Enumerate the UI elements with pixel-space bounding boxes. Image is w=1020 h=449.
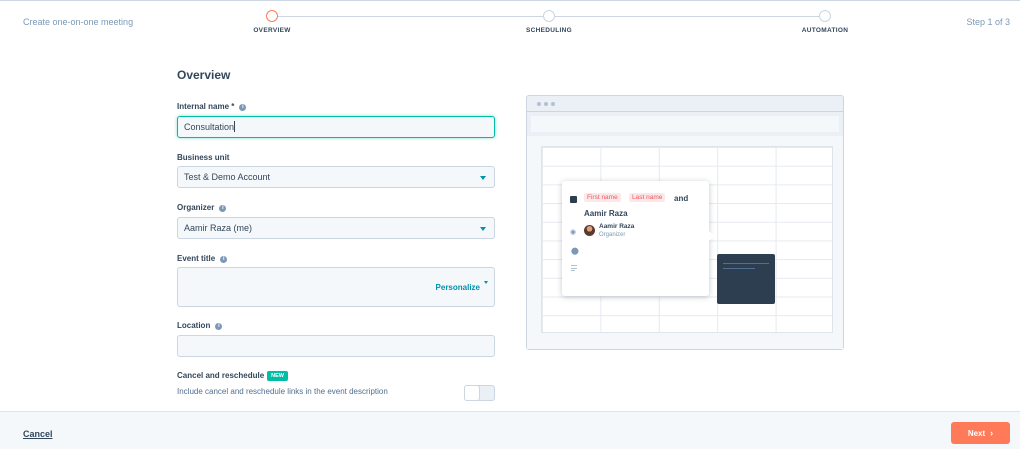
first-name-token: First name (584, 193, 621, 202)
business-unit-value: Test & Demo Account (184, 172, 271, 182)
cancel-reschedule-description: Include cancel and reschedule links in t… (177, 387, 388, 396)
step-label: AUTOMATION (801, 27, 849, 34)
cancel-link[interactable]: Cancel (23, 429, 53, 439)
next-label: Next (967, 429, 986, 438)
internal-name-label: Internal name * i (177, 102, 247, 111)
event-line (723, 263, 769, 264)
business-unit-select[interactable]: Test & Demo Account (177, 166, 495, 188)
window-dots (537, 102, 558, 106)
organizer-value: Aamir Raza (me) (184, 223, 253, 233)
info-icon[interactable]: i (215, 323, 223, 330)
line (571, 265, 577, 266)
page-title: Create one-on-one meeting (23, 17, 134, 27)
location-label: Location i (177, 321, 223, 330)
preview-toolbar (531, 116, 839, 132)
info-icon[interactable]: i (239, 104, 247, 111)
new-badge: NEW (267, 371, 288, 381)
window-dot (544, 102, 548, 106)
internal-name-label-text: Internal name * (177, 102, 235, 111)
caret-down-icon (480, 227, 486, 231)
personalize-button[interactable]: Personalize (435, 278, 488, 298)
internal-name-input[interactable]: Consultation (177, 116, 495, 138)
step-dot (819, 10, 831, 22)
info-icon[interactable]: i (220, 256, 228, 263)
next-button[interactable]: Next › (951, 422, 1010, 444)
text-caret (234, 121, 236, 132)
organizer-name: Aamir Raza (599, 223, 635, 230)
line (571, 267, 577, 269)
window-dot (537, 102, 541, 106)
eye-icon: ◉ (570, 229, 577, 236)
step-label: SCHEDULING (526, 27, 572, 34)
event-line (723, 268, 755, 269)
location-label-text: Location (177, 321, 211, 330)
cancel-reschedule-label: Cancel and reschedule NEW (177, 371, 288, 381)
attendee-name: Aamir Raza (584, 209, 628, 218)
location-input[interactable] (177, 335, 495, 357)
organizer-label-text: Organizer (177, 203, 215, 212)
step-indicator: Step 1 of 3 (966, 17, 1010, 27)
event-title-input[interactable]: Personalize (177, 267, 495, 307)
popover-arrow (709, 231, 714, 241)
organizer-select[interactable]: Aamir Raza (me) (177, 217, 495, 239)
event-title-label: Event title i (177, 254, 228, 263)
personalize-label: Personalize (435, 283, 480, 292)
cancel-reschedule-toggle[interactable] (464, 385, 495, 401)
step-dot (266, 10, 278, 22)
line (571, 270, 575, 271)
event-title-label-text: Event title (177, 254, 216, 263)
lines-icon (571, 265, 577, 273)
caret-down-icon (480, 176, 486, 180)
step-dot (543, 10, 555, 22)
step-label: OVERVIEW (253, 27, 291, 34)
toggle-knob (464, 385, 480, 401)
caret-down-icon (484, 281, 488, 284)
preview-window-bar (527, 96, 843, 112)
window-dot (551, 102, 555, 106)
chevron-right-icon: › (990, 428, 994, 438)
avatar (584, 225, 595, 236)
form-heading: Overview (177, 68, 231, 82)
calendar-color-icon (570, 196, 577, 203)
last-name-token: Last name (629, 193, 666, 202)
and-text: and (674, 194, 689, 203)
info-icon[interactable]: i (219, 205, 227, 212)
cancel-reschedule-label-text: Cancel and reschedule (177, 371, 265, 380)
organizer-role: Organizer (599, 232, 626, 238)
event-popover-card: First name Last name and Aamir Raza ◉ Aa… (562, 181, 714, 296)
organizer-label: Organizer i (177, 203, 227, 212)
calendar-event-block (717, 254, 775, 304)
progress-stepper: OVERVIEW SCHEDULING AUTOMATION (253, 10, 848, 40)
internal-name-value: Consultation (184, 122, 235, 132)
wizard-footer: Cancel Next › (0, 411, 1020, 449)
map-pin-icon: ⬤ (571, 248, 579, 255)
event-preview: First name Last name and Aamir Raza ◉ Aa… (526, 95, 844, 350)
business-unit-label: Business unit (177, 153, 230, 162)
wizard-header: Create one-on-one meeting OVERVIEW SCHED… (0, 0, 1020, 48)
